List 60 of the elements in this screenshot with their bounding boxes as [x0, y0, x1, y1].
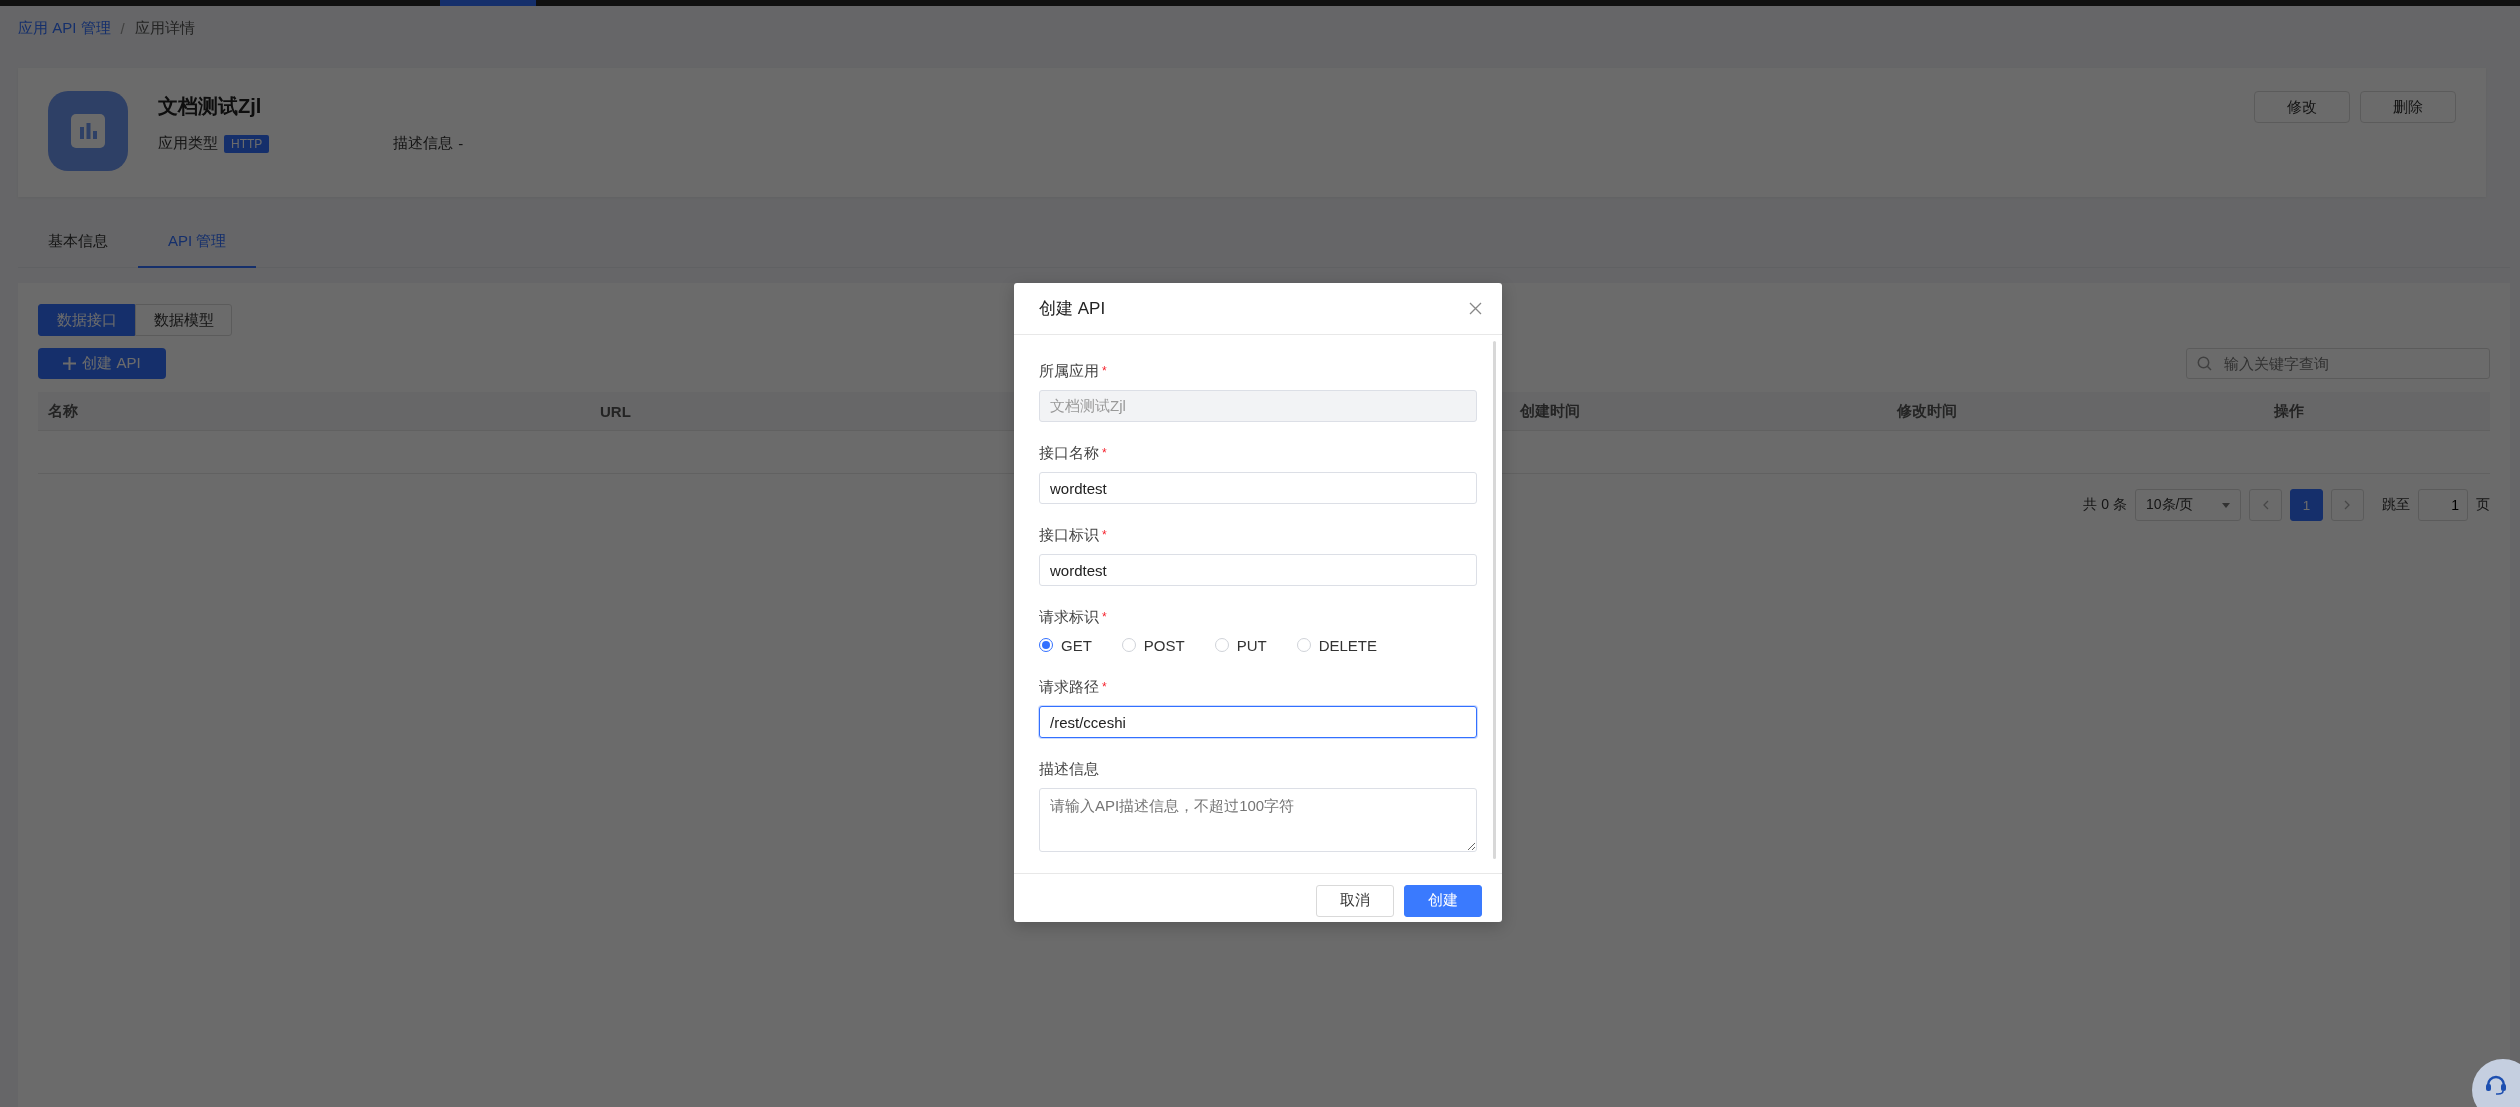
description-value: -: [458, 135, 464, 152]
required-mark: *: [1102, 610, 1107, 624]
field-label: 接口名称: [1039, 443, 1099, 463]
breadcrumb-current: 应用详情: [134, 18, 195, 38]
required-mark: *: [1102, 528, 1107, 542]
headset-icon[interactable]: [2485, 1073, 2507, 1095]
create-api-button[interactable]: 创建 API: [38, 348, 166, 379]
column-header: URL: [600, 402, 631, 420]
tab[interactable]: 基本信息: [18, 217, 138, 268]
page-size-select[interactable]: 10条/页: [2135, 489, 2241, 521]
app-type-tag: HTTP: [224, 134, 270, 153]
close-icon[interactable]: [1469, 302, 1482, 315]
text-input[interactable]: /rest/cceshi: [1039, 706, 1477, 738]
jump-label: 跳至: [2382, 496, 2410, 514]
tab[interactable]: API 管理: [138, 217, 257, 268]
text-input[interactable]: wordtest: [1039, 554, 1477, 586]
text-input[interactable]: wordtest: [1039, 472, 1477, 504]
plus-icon: [63, 357, 77, 370]
radio-label[interactable]: GET: [1061, 636, 1092, 654]
column-header: 创建时间: [1520, 401, 1580, 421]
page-button[interactable]: 1: [2290, 489, 2323, 521]
previous-page-button[interactable]: [2249, 489, 2282, 521]
field-label: 请求路径: [1039, 677, 1099, 697]
radio-button[interactable]: [1039, 638, 1053, 652]
segment-tab[interactable]: 数据接口: [38, 304, 135, 336]
dialog-title: 创建 API: [1039, 298, 1106, 320]
radio-label[interactable]: POST: [1143, 636, 1185, 654]
required-mark: *: [1102, 446, 1107, 460]
field-label: 请求标识: [1039, 607, 1099, 627]
app-name: 文档测试Zjl: [158, 94, 263, 119]
action-button[interactable]: 修改: [2254, 91, 2350, 123]
page-suffix: 页: [2476, 496, 2490, 514]
cancel-button[interactable]: 取消: [1316, 884, 1394, 917]
radio-label[interactable]: DELETE: [1318, 636, 1378, 654]
create-button[interactable]: 创建: [1404, 884, 1482, 917]
jump-page-input[interactable]: 1: [2418, 489, 2468, 521]
app-icon: [48, 91, 128, 171]
column-header: 修改时间: [1897, 401, 1957, 421]
total-count: 共 0 条: [2083, 496, 2127, 514]
caret-icon: [2222, 502, 2230, 508]
radio-label[interactable]: PUT: [1236, 636, 1267, 654]
app-type-label: 应用类型: [158, 134, 218, 153]
required-mark: *: [1102, 364, 1107, 378]
field-label: 描述信息: [1039, 759, 1099, 779]
chevron-right-icon: [2344, 500, 2351, 510]
required-mark: *: [1102, 680, 1107, 694]
search-icon: [2197, 356, 2212, 371]
scrollbar[interactable]: [1493, 341, 1496, 859]
column-header: 名称: [48, 401, 78, 421]
field-label: 所属应用: [1039, 361, 1099, 381]
breadcrumb-link[interactable]: 应用 API 管理: [18, 18, 111, 38]
field-label: 接口标识: [1039, 525, 1099, 545]
action-button[interactable]: 删除: [2360, 91, 2456, 123]
description-input[interactable]: 请输入API描述信息，不超过100字符: [1039, 788, 1477, 852]
column-header: 操作: [2274, 401, 2304, 421]
segment-tab[interactable]: 数据模型: [135, 304, 232, 336]
next-page-button[interactable]: [2331, 489, 2364, 521]
chevron-left-icon: [2262, 500, 2269, 510]
breadcrumb-separator: /: [120, 19, 125, 37]
description-label: 描述信息: [393, 134, 454, 153]
